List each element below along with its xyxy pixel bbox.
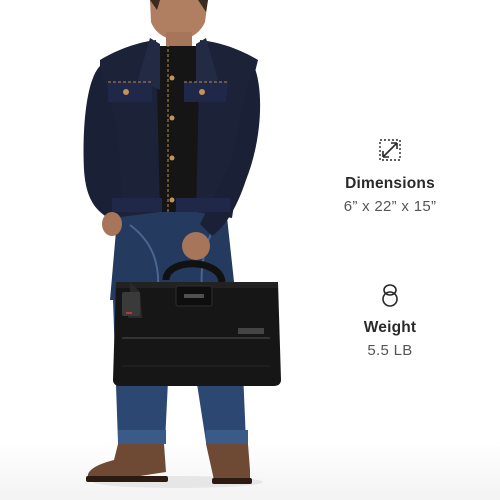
model-left-hand (102, 212, 122, 236)
weight-value: 5.5 LB (367, 342, 413, 359)
dimensions-label: Dimensions (345, 175, 435, 192)
spec-weight: Weight 5.5 LB (315, 282, 465, 359)
garment-bag (113, 260, 281, 386)
dimensions-value: 6” x 22” x 15” (343, 198, 437, 215)
spec-dimensions: Dimensions 6” x 22” x 15” (315, 138, 465, 215)
model-right-hand (182, 232, 210, 260)
dimensions-icon-slot (315, 138, 465, 166)
product-photo (0, 0, 500, 500)
weight-label: Weight (363, 319, 417, 336)
weight-icon-slot (315, 282, 465, 310)
